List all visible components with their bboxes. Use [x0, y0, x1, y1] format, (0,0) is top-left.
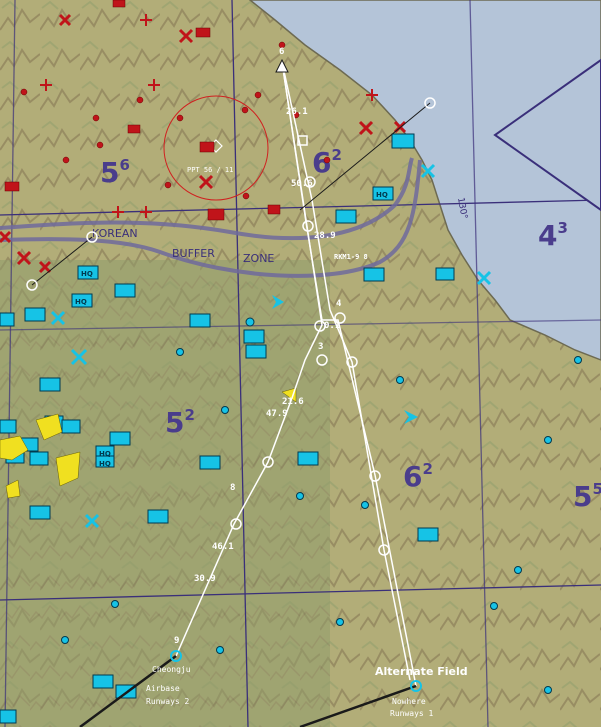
friendly-unit-icon[interactable] — [297, 451, 319, 466]
friendly-point-icon[interactable] — [61, 636, 69, 644]
hostile-point-icon[interactable] — [92, 114, 100, 122]
dmz-label-zone: ZONE — [243, 252, 274, 265]
route-label: 47.9 — [266, 409, 288, 419]
friendly-point-icon[interactable] — [176, 348, 184, 356]
friendly-unit-icon[interactable] — [0, 709, 17, 724]
hq-label: HQ — [376, 191, 388, 199]
route-label: 0.1 — [324, 321, 340, 331]
friendly-point-icon[interactable] — [111, 600, 119, 608]
friendly-unit-icon[interactable] — [245, 344, 267, 359]
ppt-label: PPT 56 / 11 — [187, 166, 233, 174]
hq-label: HQ — [99, 460, 111, 468]
friendly-point-icon[interactable] — [396, 376, 404, 384]
friendly-unit-icon[interactable] — [435, 267, 455, 281]
friendly-unit-icon[interactable] — [417, 527, 439, 542]
friendly-point-icon[interactable] — [336, 618, 344, 626]
route-label: 21.6 — [282, 397, 304, 407]
hostile-point-icon[interactable] — [164, 181, 172, 189]
friendly-unit-icon[interactable] — [243, 329, 265, 344]
route-label: 26.1 — [286, 107, 308, 117]
friendly-point-icon[interactable] — [544, 686, 552, 694]
hostile-point-icon[interactable] — [242, 192, 250, 200]
route-label: 28.9 — [314, 231, 336, 241]
route-label: 4 — [336, 299, 342, 309]
hq-label: HQ — [75, 298, 87, 306]
route-label: 8 — [230, 483, 235, 493]
route-label: 46.1 — [212, 542, 234, 552]
hostile-point-icon[interactable] — [62, 156, 70, 164]
sam-site-icon[interactable] — [207, 208, 225, 221]
hostile-point-icon[interactable] — [20, 88, 28, 96]
friendly-unit-icon[interactable] — [92, 674, 114, 689]
friendly-point-icon[interactable] — [361, 501, 369, 509]
sam-site-icon[interactable] — [4, 181, 20, 192]
airbase-label-cheongju-runways: Runways 2 — [146, 697, 190, 706]
sam-site-icon[interactable] — [127, 124, 141, 134]
route-label: 6 — [279, 47, 284, 57]
hostile-point-icon[interactable] — [96, 141, 104, 149]
sam-site-icon[interactable] — [267, 204, 281, 215]
hq-label: HQ — [99, 450, 111, 458]
map-canvas[interactable]: 56 62 43 52 62 55 KOREAN BUFFER ZONE 130… — [0, 0, 601, 727]
sam-site-icon[interactable] — [199, 141, 215, 153]
route-label: 3 — [318, 342, 323, 352]
airbase-label-alternate-name: Nowhere — [392, 697, 426, 706]
hostile-point-icon[interactable] — [254, 91, 262, 99]
hostile-point-icon[interactable] — [241, 106, 249, 114]
friendly-point-icon[interactable] — [245, 317, 255, 327]
hostile-point-icon[interactable] — [176, 114, 184, 122]
lowland-area — [0, 260, 330, 727]
friendly-point-icon[interactable] — [544, 436, 552, 444]
route-label: 9 — [174, 636, 179, 646]
hostile-point-icon[interactable] — [323, 156, 331, 164]
friendly-unit-icon[interactable] — [363, 267, 385, 282]
sam-site-icon[interactable] — [195, 27, 211, 38]
route-label: 50.6 — [291, 179, 313, 189]
tactical-map[interactable]: 56 62 43 52 62 55 KOREAN BUFFER ZONE 130… — [0, 0, 601, 727]
hq-label: HQ — [81, 270, 93, 278]
friendly-unit-icon[interactable] — [39, 377, 61, 392]
friendly-unit-icon[interactable] — [335, 209, 357, 224]
airbase-label-alternate: Alternate Field — [375, 665, 468, 678]
dmz-label-korean: KOREAN — [92, 227, 138, 240]
friendly-unit-icon[interactable] — [114, 283, 136, 298]
friendly-unit-icon[interactable] — [147, 509, 169, 524]
friendly-unit-icon[interactable] — [189, 313, 211, 328]
friendly-point-icon[interactable] — [216, 646, 224, 654]
friendly-unit-icon[interactable] — [109, 431, 131, 446]
dmz-label-buffer: BUFFER — [172, 247, 215, 260]
friendly-unit-icon[interactable] — [29, 451, 49, 466]
friendly-unit-icon[interactable] — [0, 419, 17, 434]
sam-site-icon[interactable] — [112, 0, 126, 8]
airbase-label-cheongju-type: Airbase — [146, 684, 180, 693]
hostile-point-icon[interactable] — [136, 96, 144, 104]
route-label: 30.9 — [194, 574, 216, 584]
friendly-unit-icon[interactable] — [391, 133, 415, 149]
friendly-point-icon[interactable] — [296, 492, 304, 500]
friendly-point-icon[interactable] — [221, 406, 229, 414]
airbase-label-cheongju: Cheongju — [152, 665, 191, 674]
route-label: RKM1-9 8 — [334, 253, 368, 261]
friendly-unit-icon[interactable] — [29, 505, 51, 520]
friendly-point-icon[interactable] — [574, 356, 582, 364]
friendly-point-icon[interactable] — [490, 602, 498, 610]
friendly-point-icon[interactable] — [514, 566, 522, 574]
friendly-unit-icon[interactable] — [24, 307, 46, 322]
airbase-label-alternate-runways: Runways 1 — [390, 709, 434, 718]
friendly-unit-icon[interactable] — [0, 312, 15, 327]
friendly-unit-icon[interactable] — [199, 455, 221, 470]
friendly-unit-icon[interactable] — [61, 419, 81, 434]
